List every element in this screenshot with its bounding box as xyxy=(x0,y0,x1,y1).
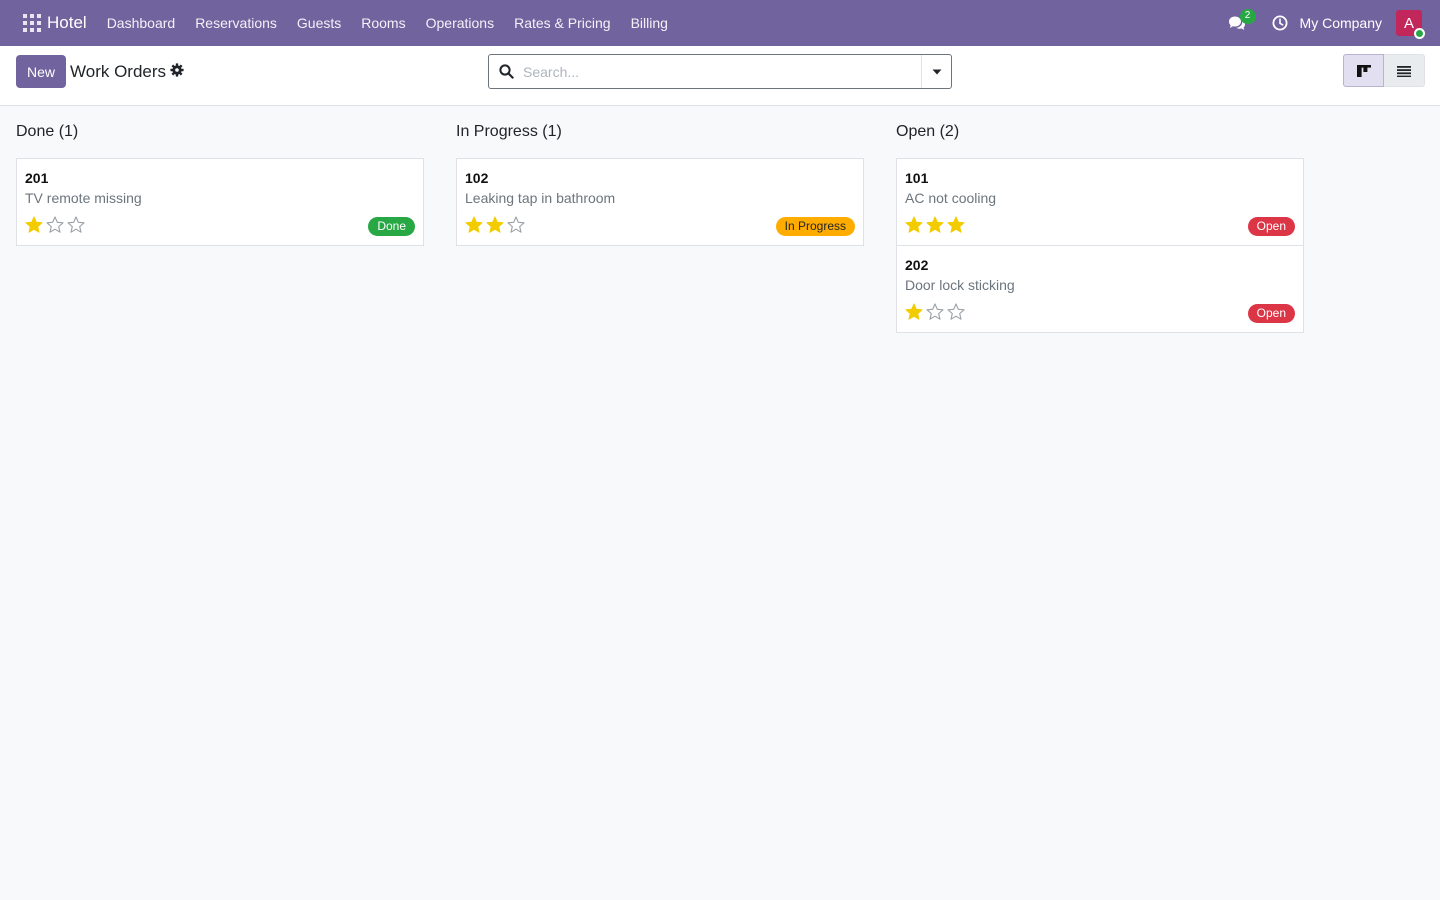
caret-down-icon xyxy=(932,69,941,74)
avatar-letter: A xyxy=(1403,14,1414,32)
list-view-button[interactable] xyxy=(1384,54,1425,87)
menu-billing[interactable]: Billing xyxy=(621,0,678,46)
column-cards: 201 TV remote missing Done xyxy=(16,158,424,246)
priority-stars xyxy=(25,215,88,235)
star-empty-icon[interactable] xyxy=(926,302,947,322)
star-empty-icon[interactable] xyxy=(67,215,88,235)
clock-icon xyxy=(1272,15,1288,31)
priority-stars xyxy=(905,302,968,322)
activities-button[interactable] xyxy=(1270,0,1290,46)
control-panel: New Work Orders xyxy=(0,46,1440,106)
navbar-systray: 2 My Company A xyxy=(1226,0,1425,46)
card-room-number: 102 xyxy=(465,170,489,186)
page-title: Work Orders xyxy=(70,62,167,81)
star-filled-icon[interactable] xyxy=(905,215,926,235)
new-button[interactable]: New xyxy=(16,55,66,88)
star-empty-icon[interactable] xyxy=(947,302,968,322)
menu-reservations[interactable]: Reservations xyxy=(185,0,287,46)
app-menu-button[interactable] xyxy=(12,0,52,46)
brand-link[interactable]: Hotel xyxy=(47,13,87,33)
company-switcher[interactable]: My Company xyxy=(1300,15,1382,31)
star-filled-icon[interactable] xyxy=(486,215,507,235)
apps-grid-icon xyxy=(23,14,41,32)
card-description: Leaking tap in bathroom xyxy=(465,190,616,206)
work-order-card[interactable]: 202 Door lock sticking Open xyxy=(896,245,1304,333)
column-cards: 101 AC not cooling Open 202 Door lock st… xyxy=(896,158,1304,333)
search-bar xyxy=(488,54,952,89)
work-order-card[interactable]: 101 AC not cooling Open xyxy=(896,158,1304,246)
top-navbar: Hotel Dashboard Reservations Guests Room… xyxy=(0,0,1440,46)
column-title[interactable]: Done (1) xyxy=(16,123,78,141)
priority-stars xyxy=(465,215,528,235)
list-icon xyxy=(1397,65,1411,77)
status-badge: Open xyxy=(1247,217,1295,236)
card-room-number: 101 xyxy=(905,170,929,186)
work-order-card[interactable]: 102 Leaking tap in bathroom In Progress xyxy=(456,158,864,246)
priority-stars xyxy=(905,215,968,235)
menu-rooms[interactable]: Rooms xyxy=(351,0,415,46)
online-status-dot xyxy=(1414,28,1425,39)
card-description: TV remote missing xyxy=(25,190,142,206)
menu-operations[interactable]: Operations xyxy=(416,0,504,46)
search-icon xyxy=(489,55,523,88)
star-empty-icon[interactable] xyxy=(46,215,67,235)
column-title[interactable]: In Progress (1) xyxy=(456,123,562,141)
kanban-view-button[interactable] xyxy=(1343,54,1384,87)
messaging-button[interactable]: 2 xyxy=(1226,0,1256,46)
column-title[interactable]: Open (2) xyxy=(896,123,959,141)
card-description: AC not cooling xyxy=(905,190,997,206)
status-badge: Open xyxy=(1247,304,1295,323)
star-empty-icon[interactable] xyxy=(507,215,528,235)
status-badge: Done xyxy=(368,217,415,236)
status-badge: In Progress xyxy=(775,217,855,236)
column-cards: 102 Leaking tap in bathroom In Progress xyxy=(456,158,864,246)
kanban-icon xyxy=(1356,64,1371,77)
unread-count-badge: 2 xyxy=(1239,9,1256,24)
menu-rates-pricing[interactable]: Rates & Pricing xyxy=(504,0,620,46)
search-input[interactable] xyxy=(523,56,921,87)
work-order-card[interactable]: 201 TV remote missing Done xyxy=(16,158,424,246)
card-description: Door lock sticking xyxy=(905,277,1015,293)
star-filled-icon[interactable] xyxy=(905,302,926,322)
star-filled-icon[interactable] xyxy=(25,215,46,235)
menu-guests[interactable]: Guests xyxy=(287,0,351,46)
gear-icon[interactable] xyxy=(170,63,184,80)
star-filled-icon[interactable] xyxy=(947,215,968,235)
search-options-toggle[interactable] xyxy=(921,55,951,88)
view-switcher xyxy=(1343,54,1425,87)
star-filled-icon[interactable] xyxy=(926,215,947,235)
user-avatar[interactable]: A xyxy=(1396,10,1425,39)
card-room-number: 201 xyxy=(25,170,49,186)
menu-dashboard[interactable]: Dashboard xyxy=(97,0,186,46)
card-room-number: 202 xyxy=(905,257,929,273)
star-filled-icon[interactable] xyxy=(465,215,486,235)
